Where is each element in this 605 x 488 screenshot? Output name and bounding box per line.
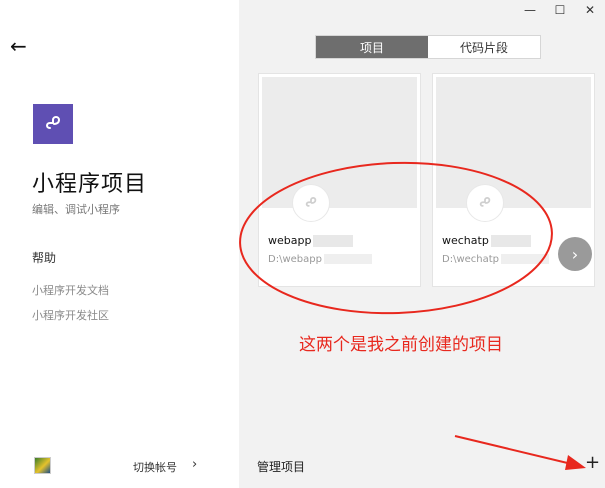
manage-projects-button[interactable]: 管理项目: [257, 458, 305, 475]
project-path: D:\webapp: [268, 254, 372, 265]
project-name: webapp: [268, 234, 354, 247]
project-card[interactable]: webapp D:\webapp: [258, 73, 421, 287]
avatar[interactable]: [34, 457, 51, 474]
back-arrow-icon[interactable]: ←: [10, 36, 27, 56]
annotation-text: 这两个是我之前创建的项目: [299, 335, 503, 355]
next-page-button[interactable]: ›: [558, 237, 592, 271]
minimize-icon[interactable]: —: [515, 0, 545, 20]
right-panel: 项目 代码片段 webapp D:\webapp wechatp D:\wech…: [239, 0, 605, 488]
close-icon[interactable]: ✕: [575, 0, 605, 20]
miniprogram-logo-icon: [466, 184, 504, 222]
project-name: wechatp: [442, 234, 531, 247]
window-controls: — ☐ ✕: [515, 0, 605, 20]
project-thumbnail: [262, 77, 417, 208]
tab-code-snippets[interactable]: 代码片段: [428, 36, 540, 58]
miniprogram-logo-icon: [33, 104, 73, 144]
chevron-right-icon[interactable]: ›: [192, 457, 197, 472]
community-link[interactable]: 小程序开发社区: [32, 307, 109, 323]
page-subtitle: 编辑、调试小程序: [32, 203, 120, 216]
tab-projects[interactable]: 项目: [316, 36, 428, 58]
left-panel: ← 小程序项目 编辑、调试小程序 帮助 小程序开发文档 小程序开发社区 切换帐号…: [0, 0, 239, 488]
tab-bar: 项目 代码片段: [315, 35, 541, 59]
project-thumbnail: [436, 77, 591, 208]
project-path: D:\wechatp: [442, 254, 550, 265]
miniprogram-logo-icon: [292, 184, 330, 222]
maximize-icon[interactable]: ☐: [545, 0, 575, 20]
add-project-button[interactable]: +: [585, 454, 600, 472]
docs-link[interactable]: 小程序开发文档: [32, 282, 109, 298]
switch-account-button[interactable]: 切换帐号: [133, 459, 177, 475]
help-heading: 帮助: [32, 251, 57, 265]
page-title: 小程序项目: [32, 172, 148, 197]
